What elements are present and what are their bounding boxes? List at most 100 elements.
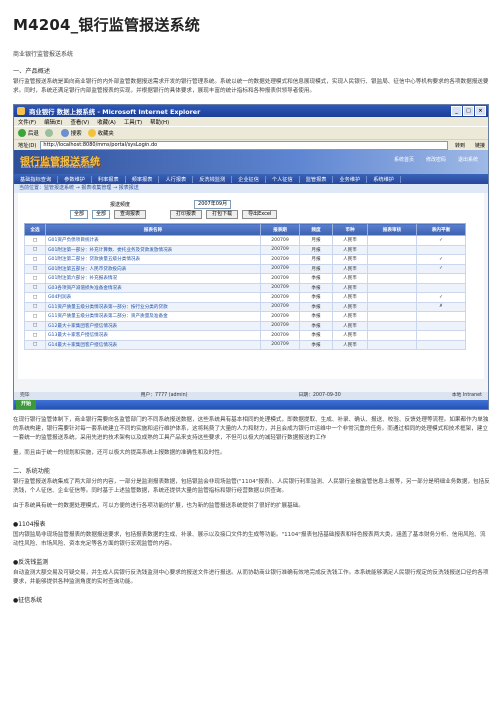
table-row[interactable]: □ G11资产质量五级分类情况表第一部分：按行业分类的贷款 200709 季报 人民币 ✗ [24, 301, 466, 312]
change-password-link[interactable]: 修改密码 [426, 156, 446, 163]
ie-titlebar: 商业银行 数据上报系统 - Microsoft Internet Explore… [14, 105, 488, 117]
period-select[interactable]: 2007年09月 [194, 199, 232, 209]
menu-tools[interactable]: 工具(T) [124, 118, 142, 126]
report-name[interactable]: G12最大十家集团客户授信情况表 [45, 320, 261, 331]
report-period: 200709 [260, 292, 300, 303]
search-icon [60, 129, 69, 138]
links-label[interactable]: 链接 [472, 142, 488, 149]
table-row[interactable]: □ G01附注第五部分：人民币贷款投向表 200709 月报 人民币 ✓ [24, 263, 466, 274]
nav-item[interactable]: 利率报表 [92, 175, 126, 183]
nav-item[interactable]: 监管报表 [300, 175, 334, 183]
table-row[interactable]: □ G03各项资产减值损失准备金情况表 200709 季报 人民币 [24, 282, 466, 293]
go-button[interactable]: 转到 [452, 142, 468, 149]
nav-item[interactable]: 参数维护 [58, 175, 92, 183]
row-checkbox[interactable]: □ [24, 311, 46, 322]
table-row[interactable]: □ G14最大十家集团客户授信情况表 200709 季报 人民币 [24, 339, 466, 350]
col-review: 报表审核 [367, 223, 417, 236]
report-frequency: 季报 [299, 330, 333, 341]
bullet-credit: ●征信系统 [13, 597, 43, 604]
report-frequency: 季报 [299, 311, 333, 322]
report-name[interactable]: G13最大十家客户授信情况表 [45, 330, 261, 341]
table-row[interactable]: □ G01资产负债项目统计表 200709 月报 人民币 ✓ [24, 235, 466, 246]
nav-item[interactable]: 系统维护 [367, 175, 401, 183]
report-name[interactable]: G11资产质量五级分类情况表第一部分：按行业分类的贷款 [45, 301, 261, 312]
ie-icon [17, 107, 25, 115]
menu-help[interactable]: 帮助(H) [150, 118, 169, 126]
report-name[interactable]: G01附注第一部分：补充计算数、委托业务及贷款发放情况表 [45, 244, 261, 255]
report-period: 200709 [260, 235, 300, 246]
nav-item[interactable]: 企业征信 [232, 175, 266, 183]
minimize-icon[interactable]: _ [451, 106, 462, 116]
report-review [367, 320, 417, 331]
ie-toolbar: 后退 搜索 收藏夹 [14, 126, 488, 139]
report-currency: 人民币 [332, 273, 368, 284]
close-icon[interactable]: × [475, 106, 486, 116]
logout-link[interactable]: 退出系统 [458, 156, 478, 163]
menu-file[interactable]: 文件(F) [18, 118, 36, 126]
row-checkbox[interactable]: □ [24, 301, 46, 312]
report-name[interactable]: G04利润表 [45, 292, 261, 303]
favorites-button[interactable]: 收藏夹 [87, 129, 114, 138]
report-balance: ✓ [416, 254, 466, 265]
nav-item[interactable]: 频率报表 [126, 175, 160, 183]
nav-item[interactable]: 反洗钱监测 [193, 175, 233, 183]
nav-item[interactable]: 人行报表 [159, 175, 194, 183]
table-row[interactable]: □ G01附注第六部分：补充报表情况 200709 季报 人民币 [24, 273, 466, 284]
table-row[interactable]: □ G11资产质量五级分类情况表第二部分：资产质量及准备金 200709 季报 人民币 [24, 311, 466, 322]
row-checkbox[interactable]: □ [24, 254, 46, 265]
row-checkbox[interactable]: □ [24, 292, 46, 303]
menu-view[interactable]: 查看(V) [71, 118, 90, 126]
report-currency: 人民币 [332, 311, 368, 322]
download-button[interactable]: 打包下载 [206, 209, 239, 219]
banner-links: 系统首页 修改密码 退出系统 [394, 156, 478, 163]
menu-favorites[interactable]: 收藏(A) [97, 118, 116, 126]
row-checkbox[interactable]: □ [24, 282, 46, 293]
table-row[interactable]: □ G04利润表 200709 季报 人民币 ✓ [24, 292, 466, 303]
report-name[interactable]: G01附注第五部分：人民币贷款投向表 [45, 263, 261, 274]
select-all-header[interactable]: 全选 [24, 223, 46, 236]
maximize-icon[interactable]: □ [463, 106, 474, 116]
table-row[interactable]: □ G13最大十家客户授信情况表 200709 季报 人民币 [24, 330, 466, 341]
start-button[interactable]: 开始 [16, 400, 37, 409]
table-row[interactable]: □ G12最大十家集团客户授信情况表 200709 季报 人民币 [24, 320, 466, 331]
col-report-name: 报表名称 [45, 223, 261, 236]
address-input[interactable]: http://localhost:8080/mms/portal/sysLogi… [40, 140, 448, 150]
report-period: 200709 [260, 339, 300, 350]
row-checkbox[interactable]: □ [24, 235, 46, 246]
paragraph-intro: 银行监管报送系统是面向商业银行的内外部监管数据报送需求开发的银行管理系统。系统以… [13, 79, 489, 94]
report-balance [416, 330, 466, 341]
report-name[interactable]: G01附注第六部分：补充报表情况 [45, 273, 261, 284]
nav-item[interactable]: 业务维护 [333, 175, 368, 183]
row-checkbox[interactable]: □ [24, 330, 46, 341]
report-name[interactable]: G01资产负债项目统计表 [45, 235, 261, 246]
table-row[interactable]: □ G01附注第一部分：补充计算数、委托业务及贷款发放情况表 200709 月报 人民币 [24, 244, 466, 255]
row-checkbox[interactable]: □ [24, 273, 46, 284]
report-name[interactable]: G14最大十家集团客户授信情况表 [45, 339, 261, 350]
print-button[interactable]: 打印报表 [170, 209, 203, 219]
forward-icon[interactable] [44, 129, 55, 137]
document-page: M4204_银行监管报送系统 商业银行监管报送系统 一、产品概述 银行监管报送系… [0, 0, 504, 604]
scope-select-2[interactable]: 全部 [92, 209, 111, 219]
row-checkbox[interactable]: □ [24, 320, 46, 331]
back-button[interactable]: 后退 [18, 129, 39, 138]
search-button[interactable]: 搜索 [60, 129, 82, 138]
report-frequency: 月报 [299, 254, 333, 265]
scope-select-1[interactable]: 全部 [70, 209, 89, 219]
export-excel-button[interactable]: 导出Excel [242, 209, 278, 219]
nav-item[interactable]: 个人征信 [266, 175, 300, 183]
report-review [367, 292, 417, 303]
table-row[interactable]: □ G01附注第二部分：贷款质量五级分类情况表 200709 月报 人民币 ✓ [24, 254, 466, 265]
report-frequency: 季报 [299, 339, 333, 350]
row-checkbox[interactable]: □ [24, 263, 46, 274]
row-checkbox[interactable]: □ [24, 339, 46, 350]
home-link[interactable]: 系统首页 [394, 156, 414, 163]
report-name[interactable]: G11资产质量五级分类情况表第二部分：资产质量及准备金 [45, 311, 261, 322]
row-checkbox[interactable]: □ [24, 244, 46, 255]
nav-item[interactable]: 基础指标查询 [14, 175, 59, 183]
report-name[interactable]: G03各项资产减值损失准备金情况表 [45, 282, 261, 293]
report-name[interactable]: G01附注第二部分：贷款质量五级分类情况表 [45, 254, 261, 265]
report-balance: ✓ [416, 263, 466, 274]
query-button[interactable]: 查询报表 [114, 209, 147, 219]
address-label: 地址(D) [18, 142, 37, 149]
menu-edit[interactable]: 编辑(E) [44, 118, 62, 126]
